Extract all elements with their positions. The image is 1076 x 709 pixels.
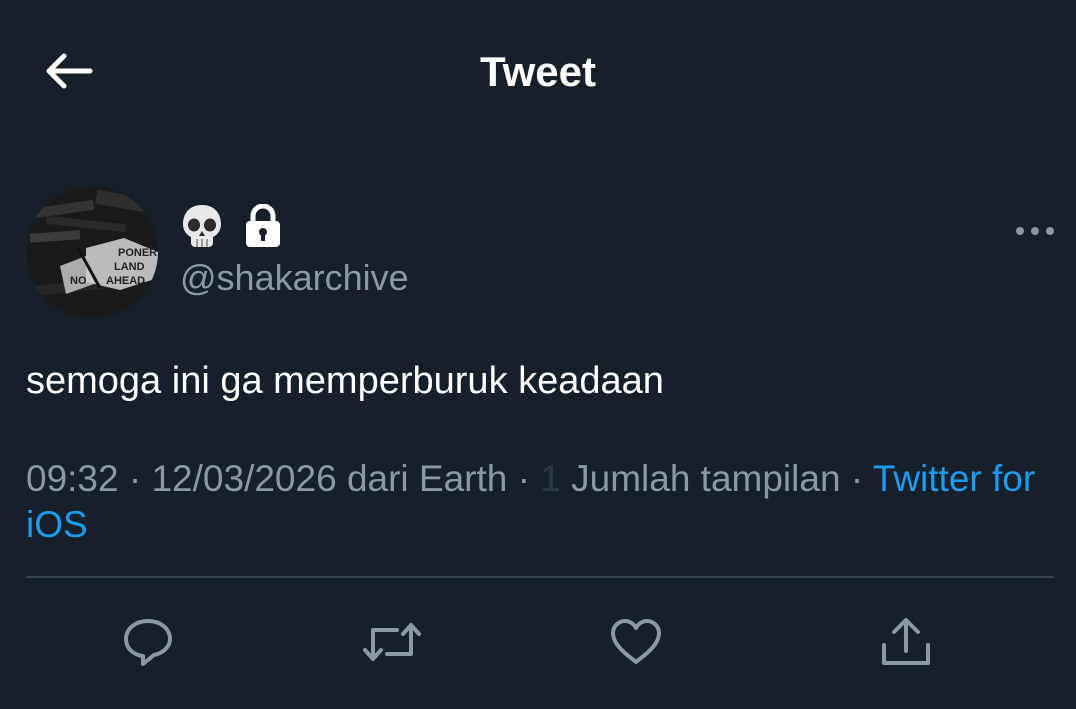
skull-icon [180, 203, 224, 254]
divider [26, 576, 1054, 578]
tweet-location: dari Earth [346, 458, 508, 499]
views-label[interactable]: Jumlah tampilan [571, 458, 840, 499]
separator: · [128, 458, 142, 499]
avatar-text-1: PONER [118, 247, 157, 259]
avatar-text-4: NO [70, 275, 87, 287]
heart-icon [609, 618, 663, 671]
tweet-metadata: 09:32 · 12/03/2026 dari Earth · 1 Jumlah… [26, 456, 1056, 548]
tweet-time[interactable]: 09:32 [26, 458, 119, 499]
retweet-button[interactable] [362, 614, 422, 674]
avatar-text-3: AHEAD [106, 275, 145, 287]
more-horizontal-icon [1015, 223, 1055, 241]
author-handle[interactable]: @shakarchive [180, 256, 409, 300]
views-count[interactable]: 1 [540, 458, 561, 499]
separator: · [850, 458, 864, 499]
share-button[interactable] [876, 614, 936, 674]
avatar[interactable]: PONER LAND AHEAD NO [26, 186, 158, 318]
more-options-button[interactable] [1010, 218, 1060, 246]
share-icon [879, 615, 933, 674]
like-button[interactable] [606, 614, 666, 674]
tweet-text: semoga ini ga memperburuk keadaan [26, 360, 664, 402]
author-name-row[interactable] [180, 203, 282, 254]
tweet-detail-page: Tweet PONER LAND AHEAD NO @shakarchive s… [0, 0, 1076, 709]
retweet-icon [361, 618, 423, 671]
avatar-text-2: LAND [114, 261, 145, 273]
tweet-date[interactable]: 12/03/2026 [151, 458, 336, 499]
reply-icon [121, 617, 175, 672]
reply-button[interactable] [118, 614, 178, 674]
page-title: Tweet [480, 48, 596, 95]
lock-icon [244, 203, 282, 253]
separator: · [517, 458, 530, 499]
